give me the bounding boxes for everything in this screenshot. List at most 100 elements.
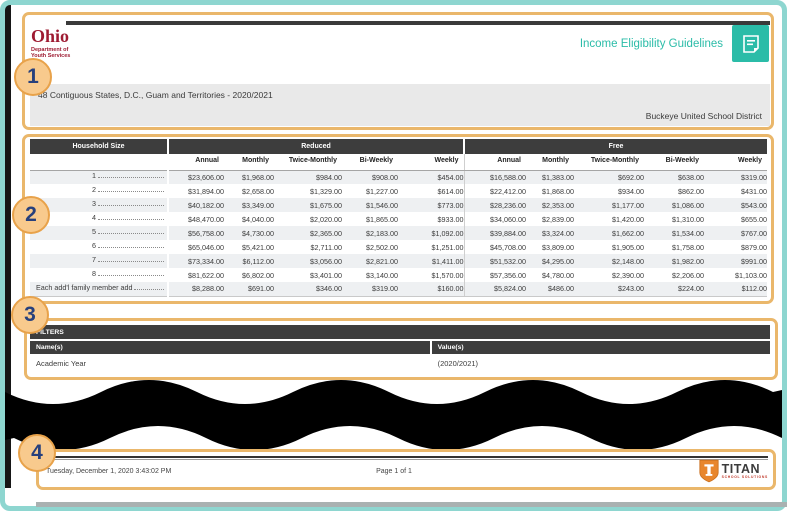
household-size-cell: 1 [30,170,169,184]
household-size-cell: 6 [30,240,169,254]
reduced-monthly-header: Monthly [224,154,274,171]
amount-cell: $3,809.00 [542,242,574,252]
table-row: 1 $23,606.00 $1,968.00 $984.00 $908.00 $454.0… [30,170,768,184]
amount-cell: $65,046.00 [188,242,224,252]
free-twice-monthly-header: Twice-Monthly [574,154,644,171]
household-size-header: Household Size [30,139,169,154]
filters-header-row: Name(s) Value(s) [30,341,770,354]
amount-cell: $6,112.00 [224,254,274,268]
report-preview-screenshot: Ohio Department of Youth Services Income… [0,0,787,511]
table-row: 2 $31,894.00 $2,658.00 $1,329.00 $1,227.00 $6… [30,184,767,198]
amount-cell: $691.00 [224,282,274,297]
free-monthly-header: Monthly [526,154,574,171]
filters-data-row: Academic Year (2020/2021) [30,354,770,372]
amount-cell: $3,324.00 [526,226,574,240]
reduced-twice-monthly-header: Twice-Monthly [274,154,342,171]
amount-cell: $319.00 [704,170,768,184]
dotted-leader [98,177,164,179]
amount-cell: $112.00 [704,282,768,297]
free-weekly-header: Weekly [704,154,768,171]
amount-cell: $34,060.00 [490,214,526,224]
amount-cell: $773.00 [398,198,465,212]
amount-cell: $4,295.00 [526,254,574,268]
amount-cell: $31,894.00 [188,186,224,196]
amount-cell: $1,868.00 [542,186,574,196]
amount-cell: $2,821.00 [342,254,398,268]
amount-cell: $908.00 [342,170,398,184]
filters-section: FILTERS Name(s) Value(s) Academic Year (… [30,325,770,372]
document-icon [732,25,769,62]
amount-cell: $1,251.00 [398,240,465,254]
amount-cell: $862.00 [678,186,704,196]
amount-cell: $81,622.00 [188,270,224,280]
amount-cell: $454.00 [398,170,465,184]
ohio-dys-logo: Ohio Department of Youth Services [31,27,70,60]
filters-value-header: Value(s) [431,341,770,354]
free-annual-header: Annual [464,154,526,171]
amount-cell: $614.00 [398,184,465,198]
ohio-logo-word: Ohio [31,26,70,46]
amount-cell: $1,310.00 [672,214,704,224]
sub-header-row: Annual Monthly Twice-Monthly Bi-Weekly W… [30,154,768,171]
amount-cell: $39,884.00 [464,226,526,240]
amount-cell: $5,421.00 [242,242,274,252]
amount-cell: $3,056.00 [274,254,342,268]
amount-cell: $2,148.00 [574,254,644,268]
household-size-cell: 3 [30,198,169,212]
amount-cell: $1,758.00 [672,242,704,252]
amount-cell: $57,356.00 [490,270,526,280]
amount-cell: $2,390.00 [612,270,644,280]
amount-cell: $1,982.00 [644,254,704,268]
household-size-cell: 2 [30,184,169,198]
amount-cell: $2,658.00 [242,186,274,196]
eligibility-table: Household Size Reduced Free Annual Month… [30,139,768,297]
table-row: 8 $81,622.00 $6,802.00 $3,401.00 $3,140.00 $1… [30,268,767,282]
table-row: Each add'l family member add $8,288.00 $69… [30,282,768,297]
filters-name-header: Name(s) [30,341,430,354]
region-line: 48 Contiguous States, D.C., Guam and Ter… [38,90,273,100]
amount-cell: $984.00 [274,170,342,184]
amount-cell: $16,588.00 [464,170,526,184]
amount-cell: $991.00 [704,254,768,268]
amount-cell: $2,502.00 [366,242,398,252]
dotted-leader [98,191,164,193]
dotted-leader [98,205,164,207]
filters-title: FILTERS [30,325,770,339]
amount-cell: $51,532.00 [464,254,526,268]
amount-cell: $1,411.00 [398,254,465,268]
reduced-biweekly-header: Bi-Weekly [342,154,398,171]
dotted-leader [98,261,164,263]
amount-cell: $1,968.00 [224,170,274,184]
amount-cell: $1,905.00 [612,242,644,252]
amount-cell: $319.00 [342,282,398,297]
table-row: 3 $40,182.00 $3,349.00 $1,675.00 $1,546.00 $7… [30,198,768,212]
amount-cell: $2,206.00 [672,270,704,280]
amount-cell: $1,570.00 [398,268,465,282]
free-biweekly-header: Bi-Weekly [644,154,704,171]
amount-cell: $879.00 [741,242,768,252]
amount-cell: $1,086.00 [644,198,704,212]
amount-cell: $1,092.00 [398,226,465,240]
document-icon-glyph [742,34,759,53]
amount-cell: $2,353.00 [526,198,574,212]
household-size-cell: Each add'l family member add [30,282,169,297]
amount-cell: $73,334.00 [168,254,224,268]
dotted-leader [98,275,164,277]
amount-cell: $1,103.00 [735,270,768,280]
annotation-number-3: 3 [11,296,49,334]
footer-rule-light [44,459,768,460]
free-group-header: Free [464,139,768,154]
amount-cell: $40,182.00 [168,198,224,212]
amount-cell: $5,824.00 [464,282,526,297]
amount-cell: $160.00 [398,282,465,297]
amount-cell: $2,365.00 [274,226,342,240]
titan-tagline: SCHOOL SOLUTIONS [721,475,768,480]
titan-wordmark: TITAN [721,461,760,476]
district-name: Buckeye United School District [645,111,762,121]
amount-cell: $8,288.00 [168,282,224,297]
amount-cell: $934.00 [618,186,644,196]
amount-cell: $23,606.00 [168,170,224,184]
amount-cell: $1,420.00 [612,214,644,224]
amount-cell: $45,708.00 [490,242,526,252]
annotation-number-1: 1 [14,58,52,96]
